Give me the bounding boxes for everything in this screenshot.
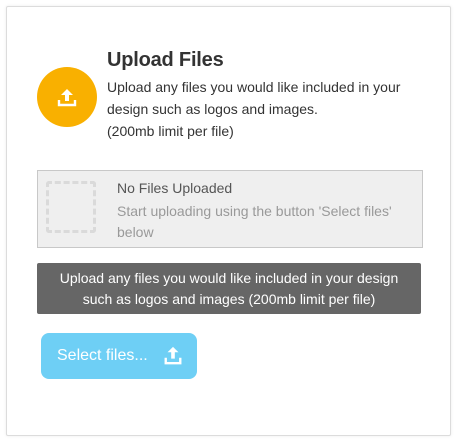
upload-icon-glyph xyxy=(57,89,77,107)
upload-icon-glyph xyxy=(164,346,182,365)
description-line: Upload any files you would like included… xyxy=(107,79,401,95)
select-files-button[interactable]: Select files... xyxy=(41,333,197,379)
select-files-label: Select files... xyxy=(57,347,148,364)
upload-info-bar: Upload any files you would like included… xyxy=(37,263,421,314)
files-empty-state: No Files Uploaded Start uploading using … xyxy=(37,170,423,248)
page-title: Upload Files xyxy=(107,49,224,71)
description-line: design such as logos and images. xyxy=(107,101,318,117)
upload-icon xyxy=(37,67,97,127)
upload-icon xyxy=(163,345,183,370)
upload-description: Upload any files you would like included… xyxy=(107,76,427,142)
upload-panel: Upload Files Upload any files you would … xyxy=(6,6,451,436)
info-bar-line: such as logos and images (200mb limit pe… xyxy=(82,290,376,307)
info-bar-line: Upload any files you would like included… xyxy=(59,269,399,286)
dashed-placeholder-icon xyxy=(46,181,96,233)
description-line: (200mb limit per file) xyxy=(107,123,234,139)
empty-state-title: No Files Uploaded xyxy=(117,180,233,196)
empty-state-subtitle: Start uploading using the button 'Select… xyxy=(117,203,392,240)
